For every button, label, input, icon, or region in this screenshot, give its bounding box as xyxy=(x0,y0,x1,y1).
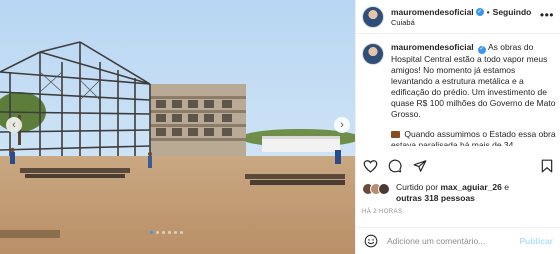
carousel-dot xyxy=(174,231,177,234)
carousel-prev-button[interactable]: ‹ xyxy=(6,117,22,133)
verified-badge-icon: ✓ xyxy=(475,7,484,16)
liker-username[interactable]: max_aguiar_26 xyxy=(440,182,501,192)
verified-badge-icon: ✓ xyxy=(478,45,487,54)
carousel-indicator xyxy=(150,231,183,234)
paper-plane-icon xyxy=(413,160,427,172)
comment-bar: Publicar xyxy=(356,227,560,254)
share-button[interactable] xyxy=(412,158,428,174)
emoji-button[interactable] xyxy=(364,234,378,248)
author-username[interactable]: mauromendesoficial xyxy=(391,7,474,17)
construction-photo xyxy=(0,0,355,254)
like-button[interactable] xyxy=(362,158,378,174)
carousel-dot xyxy=(162,231,165,234)
avatar xyxy=(378,183,390,195)
caption-text-continued: Quando assumimos o Estado essa obra esta… xyxy=(391,128,556,147)
carousel-dot xyxy=(156,231,159,234)
publish-button[interactable]: Publicar xyxy=(519,236,553,246)
likes-conjunction: e xyxy=(504,182,509,192)
header-separator: • xyxy=(486,6,490,17)
caption-username[interactable]: mauromendesoficial xyxy=(391,42,474,52)
post-timestamp[interactable]: HÁ 2 HORAS xyxy=(362,209,402,215)
carousel-next-button[interactable]: › xyxy=(334,117,350,133)
likes-summary: Curtido por max_aguiar_26 e outras 318 p… xyxy=(362,182,557,204)
heart-icon xyxy=(363,160,377,173)
post-media[interactable]: ‹ › xyxy=(0,0,355,254)
bookmark-icon xyxy=(541,159,553,173)
liker-avatars xyxy=(362,183,390,195)
chevron-left-icon: ‹ xyxy=(12,118,16,131)
post-actions xyxy=(362,157,555,175)
save-button[interactable] xyxy=(539,158,555,174)
post-location[interactable]: Cuiabá xyxy=(391,18,531,27)
smiley-icon xyxy=(364,234,378,248)
following-button[interactable]: Seguindo xyxy=(493,7,532,17)
caption-text: As obras do Hospital Central estão a tod… xyxy=(391,42,556,119)
post-caption: mauromendesoficial ✓ As obras do Hospita… xyxy=(362,42,557,146)
carousel-dot xyxy=(168,231,171,234)
graduation-cap-icon xyxy=(391,130,400,138)
comment-button[interactable] xyxy=(387,158,403,174)
carousel-dot xyxy=(180,231,183,234)
comment-input[interactable] xyxy=(387,236,520,246)
chevron-right-icon: › xyxy=(340,118,344,131)
more-options-icon[interactable]: ••• xyxy=(540,8,554,22)
post-header: mauromendesoficial ✓ • Seguindo Cuiabá •… xyxy=(356,0,560,34)
post-side-panel: mauromendesoficial ✓ • Seguindo Cuiabá •… xyxy=(355,0,560,254)
likes-prefix: Curtido por xyxy=(396,182,439,192)
likes-others-link[interactable]: outras 318 pessoas xyxy=(396,193,475,203)
caption-avatar[interactable] xyxy=(362,43,384,65)
comment-icon xyxy=(388,159,402,173)
instagram-post: ‹ › mauromendesoficial ✓ • Seguindo Cuia… xyxy=(0,0,560,254)
avatar[interactable] xyxy=(362,5,384,28)
carousel-dot xyxy=(150,231,153,234)
